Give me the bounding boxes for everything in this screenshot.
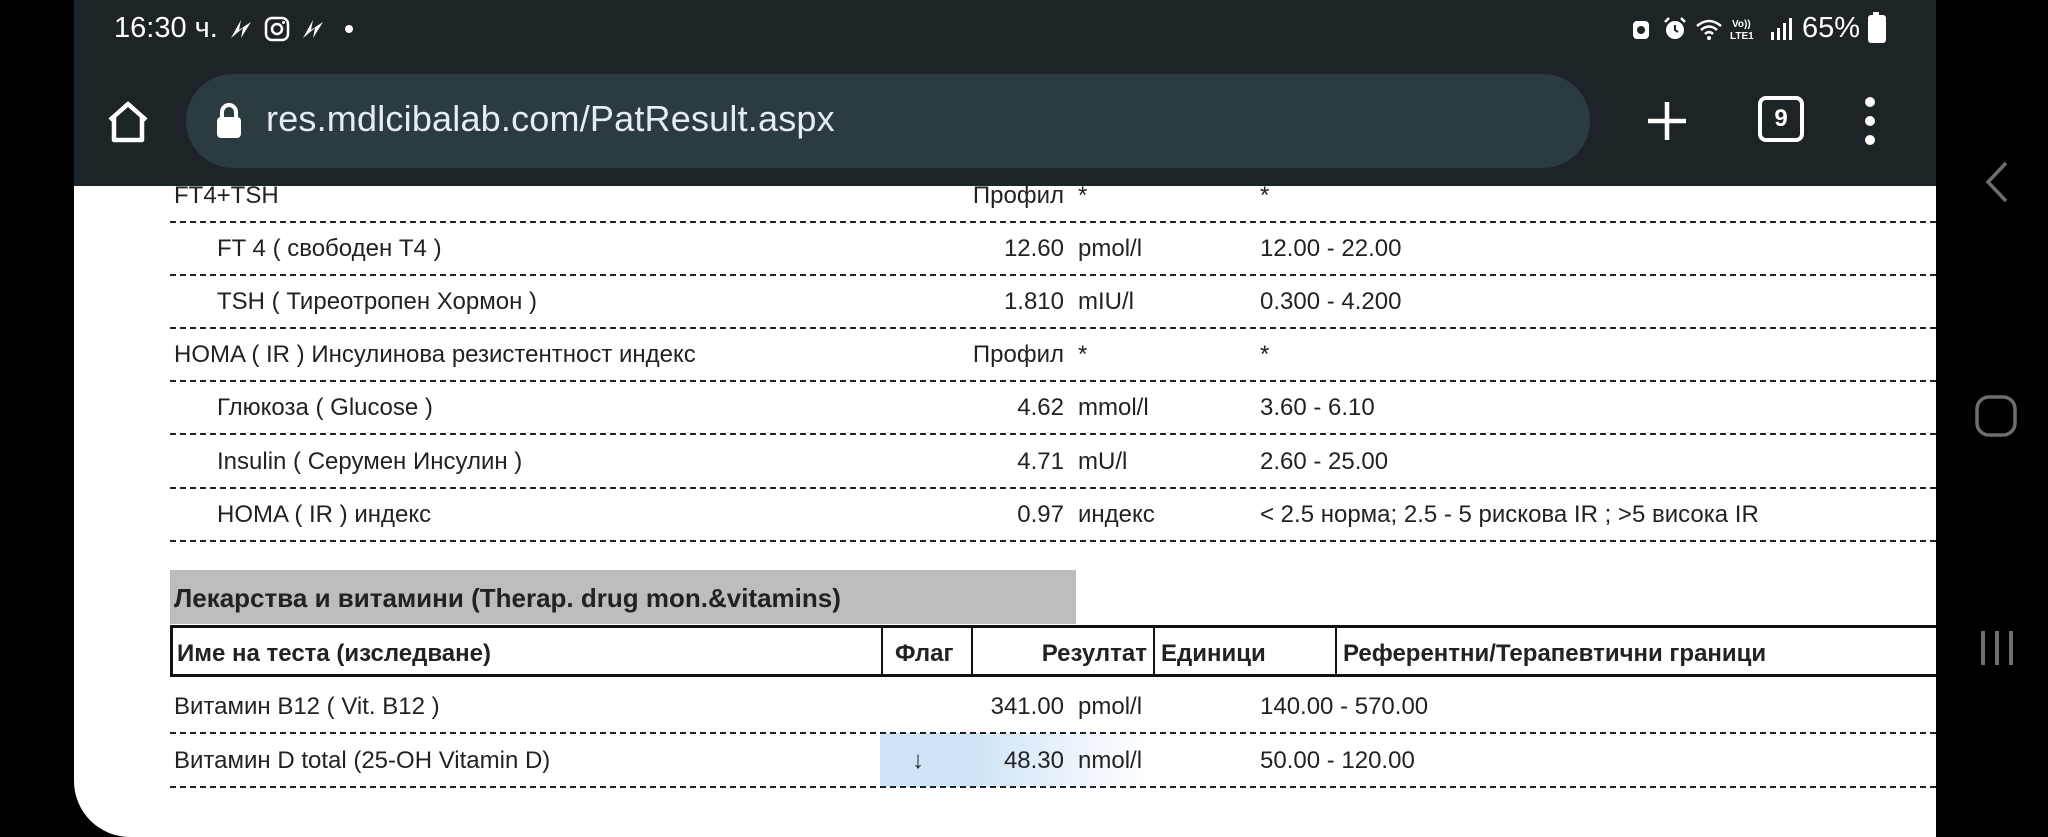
battery-icon [1868, 11, 1886, 43]
wifi-icon [1696, 19, 1722, 40]
table-row: HOMA ( IR ) Инсулинова резистентност инд… [170, 327, 1936, 382]
table-row: Глюкоза ( Glucose ) 4.62 mmol/l 3.60 - 6.10 [170, 380, 1936, 435]
battery-percent: 65% [1801, 12, 1860, 44]
page-content: FT4+TSH Профил * * FT 4 ( свободен T4 ) 12.60… [74, 182, 1936, 837]
new-tab-icon[interactable] [1644, 98, 1690, 144]
table-row: Insulin ( Серумен Инсулин ) 4.71 mU/l 2.60 … [170, 434, 1936, 489]
test-unit: * [1078, 182, 1088, 209]
test-reference-range: 2.60 - 25.00 [1260, 448, 1389, 475]
test-name: TSH ( Тиреотропен Хормон ) [217, 288, 538, 315]
test-unit: pmol/l [1078, 693, 1143, 720]
phone-screen: 16:30 ч. Vo)) LTE1 65% res.mdlcibalab.com… [74, 0, 1936, 837]
table-row: TSH ( Тиреотропен Хормон ) 1.810 mIU/l 0.30… [170, 274, 1936, 329]
test-name: FT 4 ( свободен T4 ) [217, 235, 442, 262]
test-name: Витамин D total (25-OH Vitamin D) [174, 747, 551, 774]
test-reference-range: 12.00 - 22.00 [1260, 235, 1402, 262]
more-notifications-dot-icon [344, 24, 353, 33]
alarm-icon [1664, 16, 1686, 39]
test-reference-range: 0.300 - 4.200 [1260, 288, 1402, 315]
column-header-result: Резултат [973, 628, 1155, 674]
notification-app-icon [302, 19, 323, 38]
test-unit: * [1078, 341, 1088, 368]
back-icon[interactable] [1984, 160, 2010, 204]
test-unit: pmol/l [1078, 235, 1143, 262]
test-name: Глюкоза ( Glucose ) [217, 394, 433, 421]
test-reference-range: < 2.5 норма; 2.5 - 5 рискова IR ; >5 вис… [1260, 501, 1759, 528]
home-icon[interactable] [104, 98, 152, 146]
test-unit: mU/l [1078, 448, 1128, 475]
test-reference-range: 3.60 - 6.10 [1260, 394, 1375, 421]
table-row: Витамин B12 ( Vit. B12 ) 341.00 pmol/l 140.… [170, 679, 1936, 734]
test-reference-range: * [1260, 341, 1270, 368]
url-text[interactable]: res.mdlcibalab.com/PatResult.aspx [266, 98, 835, 140]
test-name: HOMA ( IR ) Инсулинова резистентност инд… [174, 341, 696, 368]
volte-icon: Vo))LTE1 [1730, 19, 1754, 42]
signal-icon [1770, 17, 1792, 40]
test-name: FT4+TSH [174, 182, 279, 209]
column-header-reference: Референтни/Терапевтични граници [1343, 640, 1767, 667]
tab-switcher-button[interactable]: 9 [1758, 96, 1804, 142]
test-name: Витамин B12 ( Vit. B12 ) [174, 693, 440, 720]
column-header-name: Име на теста (изследване) [173, 628, 883, 674]
more-options-icon[interactable] [1864, 96, 1876, 146]
test-reference-range: 140.00 - 570.00 [1260, 693, 1429, 720]
column-header-unit: Единици [1155, 628, 1337, 674]
address-bar[interactable]: res.mdlcibalab.com/PatResult.aspx [186, 74, 1590, 168]
section-header: Лекарства и витамини (Therap. drug mon.&… [170, 570, 1076, 624]
status-time: 16:30 ч. [114, 12, 218, 44]
test-result: 48.30 [1003, 747, 1064, 774]
test-name: Insulin ( Серумен Инсулин ) [217, 448, 523, 475]
test-result: 4.71 [1017, 448, 1064, 475]
table-header: Име на теста (изследване) Флаг Резултат … [170, 625, 1936, 677]
home-nav-icon[interactable] [1974, 394, 2018, 438]
table-row: FT4+TSH Профил * * [170, 168, 1936, 223]
test-result: 0.97 [1017, 501, 1064, 528]
system-nav-bar [1936, 0, 2048, 837]
test-result: 12.60 [1003, 235, 1064, 262]
flag-indicator: ↓ [912, 747, 924, 774]
table-row: FT 4 ( свободен T4 ) 12.60 pmol/l 12.00 - 2… [170, 221, 1936, 276]
svg-text:LTE1: LTE1 [1730, 31, 1754, 42]
browser-toolbar: res.mdlcibalab.com/PatResult.aspx 9 [74, 58, 1936, 186]
data-saver-icon [1632, 20, 1649, 39]
test-result: 341.00 [990, 693, 1064, 720]
lock-icon[interactable] [216, 103, 242, 139]
instagram-icon [264, 16, 290, 41]
notification-app-icon [230, 19, 251, 38]
column-header-flag: Флаг [883, 628, 973, 674]
test-unit: индекс [1078, 501, 1155, 528]
svg-text:Vo)): Vo)) [1732, 19, 1751, 30]
test-unit: nmol/l [1078, 747, 1143, 774]
test-result: Профил [972, 341, 1064, 368]
recent-apps-icon[interactable] [1978, 628, 2016, 668]
test-reference-range: * [1260, 182, 1270, 209]
status-bar: 16:30 ч. Vo)) LTE1 65% [74, 0, 1936, 58]
section-title: Лекарства и витамини (Therap. drug mon.&… [174, 583, 841, 613]
test-result: Профил [972, 182, 1064, 209]
test-result: 1.810 [1003, 288, 1064, 315]
table-row: HOMA ( IR ) индекс 0.97 индекс < 2.5 норма;… [170, 487, 1936, 542]
test-unit: mmol/l [1078, 394, 1149, 421]
test-name: HOMA ( IR ) индекс [217, 501, 432, 528]
test-result: 4.62 [1017, 394, 1064, 421]
test-reference-range: 50.00 - 120.00 [1260, 747, 1415, 774]
test-unit: mIU/l [1078, 288, 1134, 315]
table-row: Витамин D total (25-OH Vitamin D) ↓ 48.30 n… [170, 733, 1936, 788]
